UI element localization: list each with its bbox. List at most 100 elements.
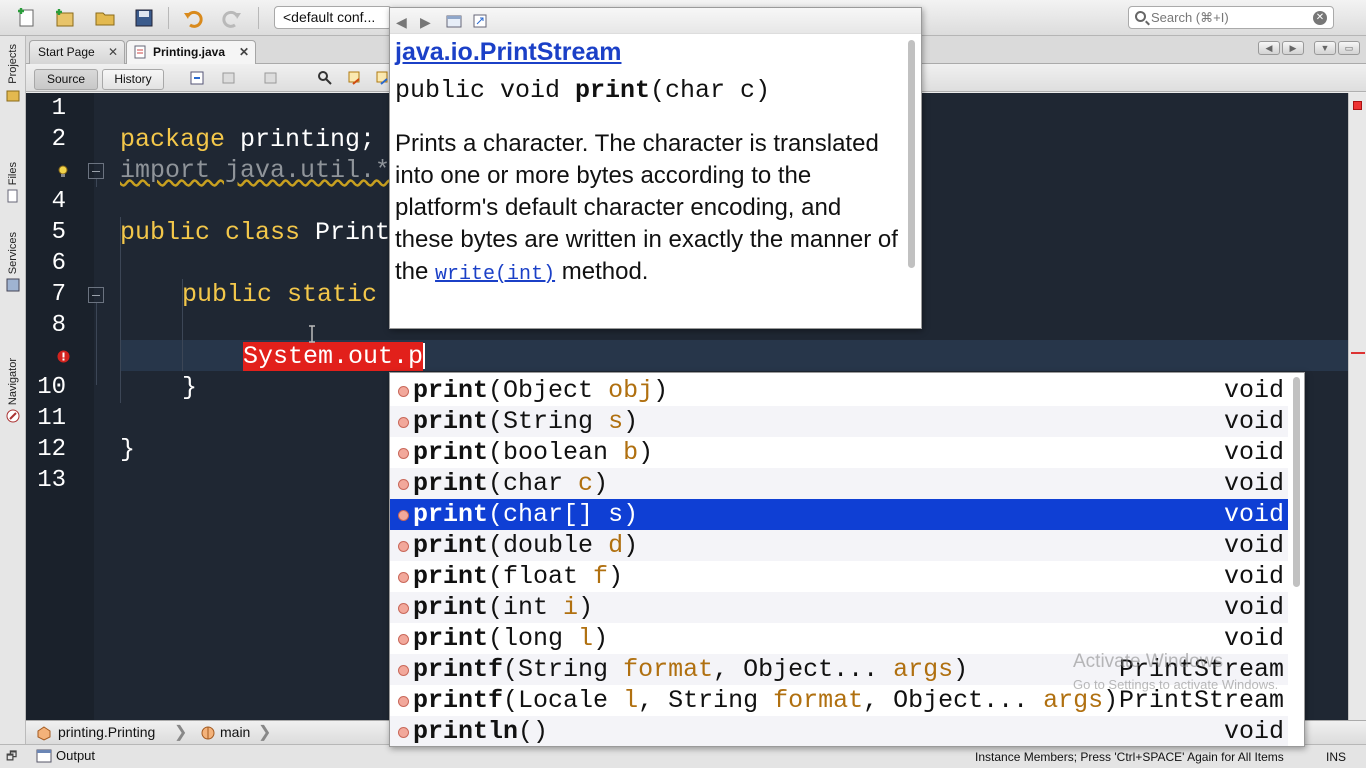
redo-icon[interactable] bbox=[219, 5, 245, 31]
completion-item[interactable]: print(char c) void bbox=[390, 468, 1288, 499]
tab-printing-java-label: Printing.java bbox=[153, 45, 226, 59]
output-tab[interactable]: Output bbox=[56, 745, 95, 767]
hint-bulb-icon[interactable] bbox=[57, 164, 71, 178]
method-icon bbox=[398, 727, 409, 738]
projects-side-tab-label: Projects bbox=[7, 44, 19, 84]
line-number: 7 bbox=[51, 281, 66, 308]
files-side-tab-label: Files bbox=[7, 162, 19, 186]
clear-search-icon[interactable]: ✕ bbox=[1313, 11, 1327, 25]
source-button[interactable]: Source bbox=[34, 69, 98, 90]
javadoc-scroll-thumb[interactable] bbox=[908, 40, 915, 268]
find-previous-icon[interactable] bbox=[346, 70, 364, 86]
fold-method-icon[interactable] bbox=[88, 287, 104, 303]
completion-scrollbar[interactable] bbox=[1292, 375, 1302, 745]
files-icon bbox=[7, 189, 18, 203]
completion-item[interactable]: print(double d) void bbox=[390, 530, 1288, 561]
completion-scroll-thumb[interactable] bbox=[1293, 377, 1300, 587]
error-marker-icon[interactable] bbox=[57, 350, 70, 363]
completion-item-selected[interactable]: print(char[] s) void bbox=[390, 499, 1288, 530]
activation-watermark: Activate Windows bbox=[1073, 651, 1223, 672]
method-icon bbox=[398, 448, 409, 459]
keyword-public-static: public static bbox=[182, 280, 378, 309]
new-file-icon[interactable] bbox=[14, 5, 40, 31]
insert-mode: INS bbox=[1326, 750, 1347, 764]
open-project-icon[interactable] bbox=[92, 5, 118, 31]
tab-scroll-right-icon[interactable]: ▶ bbox=[1282, 41, 1304, 55]
status-bar: 🗗 Output Instance Members; Press 'Ctrl+S… bbox=[0, 744, 1366, 768]
completion-item[interactable]: println() void bbox=[390, 716, 1288, 746]
error-stripe-mark[interactable] bbox=[1351, 352, 1365, 354]
completion-item[interactable]: print(boolean b) void bbox=[390, 437, 1288, 468]
method-icon bbox=[398, 696, 409, 707]
completion-item[interactable]: print(String s) void bbox=[390, 406, 1288, 437]
completion-item[interactable]: print(float f) void bbox=[390, 561, 1288, 592]
close-icon[interactable]: ✕ bbox=[239, 41, 249, 63]
forward-icon[interactable] bbox=[262, 70, 280, 86]
services-icon bbox=[6, 278, 20, 292]
back-icon[interactable] bbox=[220, 70, 238, 86]
javadoc-forward-icon[interactable]: ▶ bbox=[420, 14, 431, 31]
status-hint: Instance Members; Press 'Ctrl+SPACE' Aga… bbox=[975, 750, 1284, 764]
configuration-select[interactable]: <default conf... bbox=[274, 6, 392, 29]
method-icon bbox=[398, 572, 409, 583]
fold-import-icon[interactable] bbox=[88, 163, 104, 179]
navigator-side-tab[interactable]: Navigator bbox=[2, 358, 24, 423]
save-all-icon[interactable] bbox=[131, 5, 157, 31]
navigator-icon bbox=[6, 409, 20, 423]
method-icon bbox=[398, 479, 409, 490]
tab-scroll-left-icon[interactable]: ◀ bbox=[1258, 41, 1280, 55]
find-icon[interactable] bbox=[316, 70, 334, 86]
last-edit-icon[interactable] bbox=[188, 70, 206, 86]
javadoc-toolbar: ◀ ▶ bbox=[390, 8, 921, 34]
method-icon bbox=[398, 665, 409, 676]
method-icon bbox=[398, 417, 409, 428]
tab-start-page[interactable]: Start Page ✕ bbox=[29, 40, 125, 64]
javadoc-back-icon[interactable]: ◀ bbox=[396, 14, 407, 31]
method-icon bbox=[398, 510, 409, 521]
projects-side-tab[interactable]: Projects bbox=[2, 44, 24, 102]
completion-item[interactable]: print(long l) void bbox=[390, 623, 1288, 654]
line-number: 11 bbox=[37, 405, 66, 432]
breadcrumb-method[interactable]: main bbox=[220, 721, 250, 743]
search-field[interactable]: Search (⌘+I) ✕ bbox=[1128, 6, 1334, 29]
tab-list-dropdown-icon[interactable]: ▼ bbox=[1314, 41, 1336, 55]
javadoc-goto-source-icon[interactable] bbox=[446, 13, 462, 29]
package-name: printing; bbox=[225, 125, 376, 154]
error-stripe[interactable] bbox=[1348, 93, 1366, 720]
services-side-tab[interactable]: Services bbox=[2, 232, 24, 292]
close-icon[interactable]: ✕ bbox=[108, 41, 118, 63]
keyword-package: package bbox=[120, 125, 226, 154]
line-number: 1 bbox=[51, 95, 66, 122]
code-line-12: } bbox=[120, 435, 136, 464]
code-line-9[interactable]: System.out.p bbox=[243, 341, 426, 372]
toolbar-separator bbox=[168, 7, 169, 29]
javadoc-open-browser-icon[interactable] bbox=[472, 13, 488, 29]
completion-item[interactable]: print(int i) void bbox=[390, 592, 1288, 623]
keyword-public-class: public class bbox=[120, 218, 301, 247]
javadoc-class-link[interactable]: java.io.PrintStream bbox=[395, 38, 621, 67]
files-side-tab[interactable]: Files bbox=[2, 162, 24, 203]
code-line-2: package printing; bbox=[120, 124, 375, 155]
class-name: Print bbox=[300, 218, 391, 247]
javadoc-description: Prints a character. The character is tra… bbox=[395, 128, 900, 291]
error-status-icon[interactable] bbox=[1353, 101, 1362, 110]
breadcrumb-class[interactable]: printing.Printing bbox=[58, 721, 155, 743]
new-project-icon[interactable] bbox=[52, 5, 78, 31]
javadoc-signature: public void print(char c) bbox=[395, 76, 770, 105]
tab-printing-java[interactable]: Printing.java ✕ bbox=[126, 40, 256, 64]
javadoc-scrollbar[interactable] bbox=[906, 36, 916, 326]
left-side-strip: Projects Files Services Navigator bbox=[0, 36, 26, 746]
restore-panel-icon[interactable]: 🗗 bbox=[6, 745, 17, 767]
undo-icon[interactable] bbox=[180, 5, 206, 31]
javadoc-write-link[interactable]: write(int) bbox=[435, 263, 555, 286]
navigator-side-tab-label: Navigator bbox=[7, 358, 19, 406]
fold-guide bbox=[96, 179, 97, 187]
error-highlighted-expression: System.out.p bbox=[243, 342, 424, 371]
activation-watermark-hint: Go to Settings to activate Windows. bbox=[1073, 677, 1279, 692]
maximize-window-icon[interactable]: ▭ bbox=[1338, 41, 1360, 55]
history-button[interactable]: History bbox=[102, 69, 164, 90]
method-icon bbox=[398, 634, 409, 645]
completion-item[interactable]: print(Object obj) void bbox=[390, 375, 1288, 406]
line-number: 12 bbox=[37, 436, 66, 463]
line-number: 6 bbox=[51, 250, 66, 277]
